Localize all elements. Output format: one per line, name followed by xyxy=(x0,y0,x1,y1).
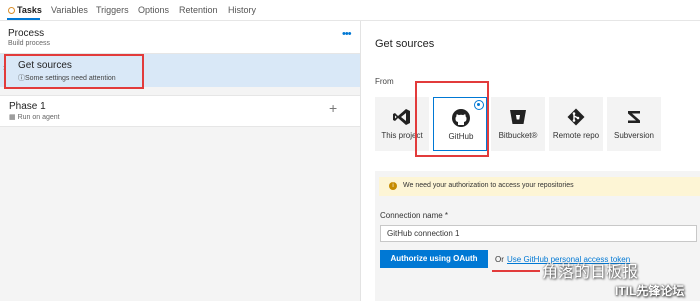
from-label: From xyxy=(375,77,394,86)
subversion-icon xyxy=(628,111,640,123)
tab-options[interactable]: Options xyxy=(138,5,169,15)
watermark-primary: 角落的日板报 xyxy=(542,264,639,281)
add-task-icon[interactable]: + xyxy=(329,100,337,116)
bitbucket-icon xyxy=(510,110,526,124)
tab-variables[interactable]: Variables xyxy=(51,5,88,15)
tab-tasks[interactable]: Tasks xyxy=(8,5,42,15)
phase-item[interactable]: Phase 1 ▦ Run on agent + xyxy=(0,95,360,127)
process-title: Process xyxy=(8,28,45,39)
annotation-underline xyxy=(492,270,540,272)
tab-history[interactable]: History xyxy=(228,5,256,15)
git-icon xyxy=(567,108,585,126)
source-tile-subversion[interactable]: Subversion xyxy=(607,97,661,151)
panel-title: Get sources xyxy=(375,38,435,50)
phase-title: Phase 1 xyxy=(9,101,46,112)
more-options-icon[interactable]: ••• xyxy=(342,28,352,40)
active-tab-indicator xyxy=(7,18,40,20)
tab-bar: Tasks Variables Triggers Options Retenti… xyxy=(0,0,700,21)
authorization-message: i We need your authorization to access y… xyxy=(379,177,700,196)
tab-triggers[interactable]: Triggers xyxy=(96,5,129,15)
github-highlight xyxy=(415,81,489,157)
source-tile-bitbucket[interactable]: Bitbucket® xyxy=(491,97,545,151)
pipeline-sidebar: Process Build process ••• › Get sources … xyxy=(0,21,361,301)
agent-icon: ▦ xyxy=(9,114,18,121)
connection-name-input[interactable] xyxy=(380,225,697,242)
phase-subtitle: ▦ Run on agent xyxy=(9,114,60,121)
tasks-icon xyxy=(8,7,15,14)
process-subtitle: Build process xyxy=(8,40,51,47)
authorize-oauth-button[interactable]: Authorize using OAuth xyxy=(380,250,488,268)
source-tile-remote-repo[interactable]: Remote repo xyxy=(549,97,603,151)
or-label: Or xyxy=(495,255,504,264)
tab-retention[interactable]: Retention xyxy=(179,5,218,15)
process-header[interactable]: Process Build process ••• xyxy=(0,21,360,54)
visual-studio-icon xyxy=(393,109,410,125)
get-sources-highlight xyxy=(4,54,144,89)
watermark-secondary: ITIL先锋论坛 xyxy=(615,284,685,298)
info-icon: i xyxy=(389,182,397,190)
get-sources-panel: Get sources From This project GitHub Bit… xyxy=(361,21,700,301)
connection-name-label: Connection name * xyxy=(380,211,449,220)
